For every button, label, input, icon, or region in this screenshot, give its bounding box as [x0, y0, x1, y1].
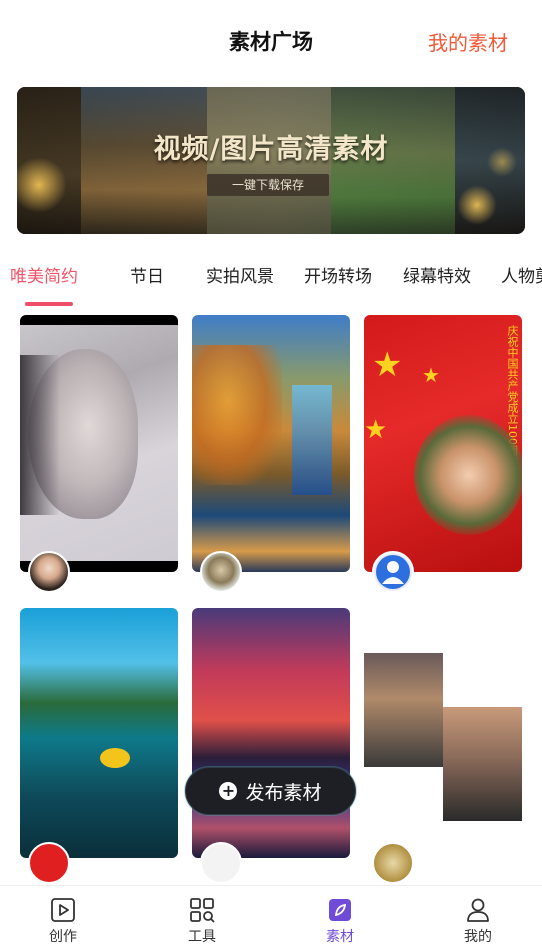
author-avatar[interactable] [372, 842, 414, 884]
tab-people[interactable]: 人物剪 [501, 262, 542, 287]
banner-headline: 视频/图片高清素材 [153, 134, 389, 165]
nav-create[interactable]: 创作 [23, 896, 103, 946]
bottom-navigation: 创作 工具 素材 我的 [0, 885, 542, 948]
material-card[interactable] [192, 608, 350, 858]
material-card[interactable] [20, 608, 178, 858]
nav-mine-label: 我的 [464, 929, 492, 945]
star-icon: ★ [364, 415, 388, 445]
tab-green-screen[interactable]: 绿幕特效 [403, 262, 471, 287]
tab-festival[interactable]: 节日 [130, 262, 164, 287]
publish-label: 发布素材 [245, 781, 322, 804]
play-square-icon [51, 898, 75, 922]
nav-material[interactable]: 素材 [300, 896, 380, 946]
bokeh-light [457, 185, 497, 225]
material-leaf-icon [329, 899, 351, 921]
header: 素材广场 我的素材 [0, 0, 542, 82]
author-avatar[interactable] [28, 842, 70, 884]
promo-banner[interactable]: 视频/图片高清素材 一键下载保存 [17, 87, 525, 234]
star-icon: ★ [372, 345, 403, 385]
author-avatar[interactable] [372, 551, 414, 593]
person-icon [467, 898, 489, 922]
banner-subline: 一键下载保存 [207, 174, 329, 196]
material-card[interactable] [192, 315, 350, 572]
grid-tools-icon [190, 898, 215, 923]
material-card[interactable] [20, 315, 178, 572]
nav-material-label: 素材 [326, 929, 354, 945]
category-tabs: 唯美简约 节日 实拍风景 开场转场 绿幕特效 人物剪 [0, 262, 542, 306]
material-card[interactable]: ★ ★ ★ 庆祝中国共产党成立100周年 [364, 315, 522, 572]
nav-tools[interactable]: 工具 [162, 896, 242, 946]
author-avatar[interactable] [200, 551, 242, 593]
tab-real-scenery[interactable]: 实拍风景 [206, 262, 274, 287]
material-plaza-page: 素材广场 我的素材 视频/图片高清素材 一键下载保存 唯美简约 节日 实拍风景 … [0, 0, 542, 948]
publish-material-button[interactable]: + 发布素材 [185, 767, 356, 815]
material-card[interactable] [364, 608, 522, 858]
default-user-icon [376, 555, 410, 589]
nav-mine[interactable]: 我的 [438, 896, 518, 946]
author-avatar[interactable] [200, 842, 242, 884]
nav-create-label: 创作 [49, 929, 77, 945]
nav-tools-label: 工具 [188, 929, 216, 945]
plus-circle-icon: + [219, 782, 238, 800]
tab-opening-transition[interactable]: 开场转场 [304, 262, 372, 287]
my-materials-link[interactable]: 我的素材 [428, 27, 508, 56]
tab-aesthetic-minimal[interactable]: 唯美简约 [10, 262, 78, 287]
author-avatar[interactable] [28, 551, 70, 593]
star-icon: ★ [422, 363, 440, 387]
active-tab-indicator [25, 302, 73, 306]
